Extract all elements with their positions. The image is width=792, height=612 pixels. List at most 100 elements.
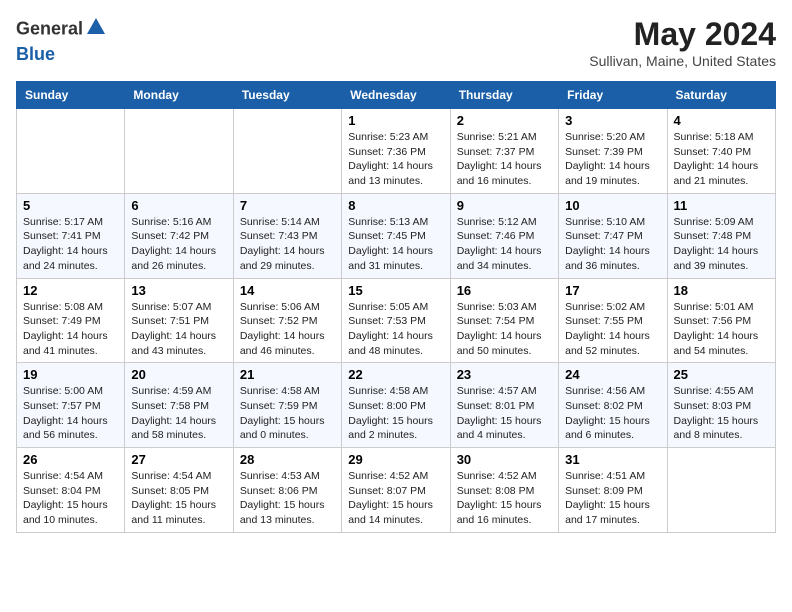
calendar-cell: 21Sunrise: 4:58 AM Sunset: 7:59 PM Dayli… — [233, 363, 341, 448]
day-info: Sunrise: 5:10 AM Sunset: 7:47 PM Dayligh… — [565, 215, 660, 274]
calendar-cell — [17, 109, 125, 194]
day-info: Sunrise: 5:16 AM Sunset: 7:42 PM Dayligh… — [131, 215, 226, 274]
week-row-2: 5Sunrise: 5:17 AM Sunset: 7:41 PM Daylig… — [17, 193, 776, 278]
day-number: 31 — [565, 452, 660, 467]
day-info: Sunrise: 4:53 AM Sunset: 8:06 PM Dayligh… — [240, 469, 335, 528]
logo: General Blue — [16, 16, 107, 65]
logo-text: General Blue — [16, 16, 107, 65]
day-number: 8 — [348, 198, 443, 213]
day-number: 26 — [23, 452, 118, 467]
day-number: 16 — [457, 283, 552, 298]
day-info: Sunrise: 5:13 AM Sunset: 7:45 PM Dayligh… — [348, 215, 443, 274]
day-info: Sunrise: 4:55 AM Sunset: 8:03 PM Dayligh… — [674, 384, 769, 443]
day-info: Sunrise: 4:52 AM Sunset: 8:07 PM Dayligh… — [348, 469, 443, 528]
day-number: 24 — [565, 367, 660, 382]
day-info: Sunrise: 5:20 AM Sunset: 7:39 PM Dayligh… — [565, 130, 660, 189]
week-row-3: 12Sunrise: 5:08 AM Sunset: 7:49 PM Dayli… — [17, 278, 776, 363]
day-info: Sunrise: 4:59 AM Sunset: 7:58 PM Dayligh… — [131, 384, 226, 443]
weekday-monday: Monday — [125, 82, 233, 109]
calendar-cell: 16 Sunrise: 5:03 AM Sunset: 7:54 PM Dayli… — [450, 278, 558, 363]
calendar-cell: 5Sunrise: 5:17 AM Sunset: 7:41 PM Daylig… — [17, 193, 125, 278]
day-number: 11 — [674, 198, 769, 213]
calendar-cell — [667, 448, 775, 533]
weekday-saturday: Saturday — [667, 82, 775, 109]
day-number: 15 — [348, 283, 443, 298]
day-info: Sunrise: 5:23 AM Sunset: 7:36 PM Dayligh… — [348, 130, 443, 189]
weekday-sunday: Sunday — [17, 82, 125, 109]
calendar-cell: 28 Sunrise: 4:53 AM Sunset: 8:06 PM Dayli… — [233, 448, 341, 533]
calendar-cell: 27 Sunrise: 4:54 AM Sunset: 8:05 PM Dayli… — [125, 448, 233, 533]
day-number: 6 — [131, 198, 226, 213]
day-info: Sunrise: 4:58 AM Sunset: 7:59 PM Dayligh… — [240, 384, 335, 443]
calendar-cell: 8 Sunrise: 5:13 AM Sunset: 7:45 PM Daylig… — [342, 193, 450, 278]
title-block: May 2024 Sullivan, Maine, United States — [589, 16, 776, 69]
calendar-cell: 11 Sunrise: 5:09 AM Sunset: 7:48 PM Dayli… — [667, 193, 775, 278]
calendar-body: 1Sunrise: 5:23 AM Sunset: 7:36 PM Daylig… — [17, 109, 776, 533]
day-number: 29 — [348, 452, 443, 467]
day-info: Sunrise: 4:52 AM Sunset: 8:08 PM Dayligh… — [457, 469, 552, 528]
weekday-tuesday: Tuesday — [233, 82, 341, 109]
calendar-cell: 17Sunrise: 5:02 AM Sunset: 7:55 PM Dayli… — [559, 278, 667, 363]
day-info: Sunrise: 5:05 AM Sunset: 7:53 PM Dayligh… — [348, 300, 443, 359]
day-info: Sunrise: 5:09 AM Sunset: 7:48 PM Dayligh… — [674, 215, 769, 274]
calendar-cell: 3 Sunrise: 5:20 AM Sunset: 7:39 PM Daylig… — [559, 109, 667, 194]
day-number: 30 — [457, 452, 552, 467]
calendar-cell: 2 Sunrise: 5:21 AM Sunset: 7:37 PM Daylig… — [450, 109, 558, 194]
calendar-cell: 9 Sunrise: 5:12 AM Sunset: 7:46 PM Daylig… — [450, 193, 558, 278]
day-info: Sunrise: 5:17 AM Sunset: 7:41 PM Dayligh… — [23, 215, 118, 274]
day-info: Sunrise: 4:54 AM Sunset: 8:04 PM Dayligh… — [23, 469, 118, 528]
day-info: Sunrise: 5:03 AM Sunset: 7:54 PM Dayligh… — [457, 300, 552, 359]
calendar-table: SundayMondayTuesdayWednesdayThursdayFrid… — [16, 81, 776, 533]
day-number: 13 — [131, 283, 226, 298]
day-number: 27 — [131, 452, 226, 467]
logo-icon — [85, 16, 107, 38]
day-number: 4 — [674, 113, 769, 128]
day-info: Sunrise: 4:58 AM Sunset: 8:00 PM Dayligh… — [348, 384, 443, 443]
month-year-title: May 2024 — [589, 16, 776, 53]
calendar-cell: 22 Sunrise: 4:58 AM Sunset: 8:00 PM Dayli… — [342, 363, 450, 448]
calendar-cell: 1Sunrise: 5:23 AM Sunset: 7:36 PM Daylig… — [342, 109, 450, 194]
day-info: Sunrise: 5:14 AM Sunset: 7:43 PM Dayligh… — [240, 215, 335, 274]
week-row-1: 1Sunrise: 5:23 AM Sunset: 7:36 PM Daylig… — [17, 109, 776, 194]
day-number: 14 — [240, 283, 335, 298]
day-number: 10 — [565, 198, 660, 213]
calendar-cell: 18Sunrise: 5:01 AM Sunset: 7:56 PM Dayli… — [667, 278, 775, 363]
day-number: 3 — [565, 113, 660, 128]
day-number: 25 — [674, 367, 769, 382]
calendar-cell: 12Sunrise: 5:08 AM Sunset: 7:49 PM Dayli… — [17, 278, 125, 363]
day-info: Sunrise: 4:54 AM Sunset: 8:05 PM Dayligh… — [131, 469, 226, 528]
day-info: Sunrise: 5:00 AM Sunset: 7:57 PM Dayligh… — [23, 384, 118, 443]
weekday-friday: Friday — [559, 82, 667, 109]
day-number: 22 — [348, 367, 443, 382]
weekday-header-row: SundayMondayTuesdayWednesdayThursdayFrid… — [17, 82, 776, 109]
calendar-cell: 25 Sunrise: 4:55 AM Sunset: 8:03 PM Dayli… — [667, 363, 775, 448]
calendar-cell: 24Sunrise: 4:56 AM Sunset: 8:02 PM Dayli… — [559, 363, 667, 448]
weekday-thursday: Thursday — [450, 82, 558, 109]
calendar-cell: 13Sunrise: 5:07 AM Sunset: 7:51 PM Dayli… — [125, 278, 233, 363]
calendar-cell: 23Sunrise: 4:57 AM Sunset: 8:01 PM Dayli… — [450, 363, 558, 448]
weekday-wednesday: Wednesday — [342, 82, 450, 109]
day-number: 18 — [674, 283, 769, 298]
day-number: 9 — [457, 198, 552, 213]
calendar-cell — [233, 109, 341, 194]
calendar-cell: 26 Sunrise: 4:54 AM Sunset: 8:04 PM Dayli… — [17, 448, 125, 533]
day-info: Sunrise: 5:06 AM Sunset: 7:52 PM Dayligh… — [240, 300, 335, 359]
day-info: Sunrise: 5:21 AM Sunset: 7:37 PM Dayligh… — [457, 130, 552, 189]
calendar-cell — [125, 109, 233, 194]
calendar-cell: 20 Sunrise: 4:59 AM Sunset: 7:58 PM Dayli… — [125, 363, 233, 448]
calendar-cell: 29 Sunrise: 4:52 AM Sunset: 8:07 PM Dayli… — [342, 448, 450, 533]
calendar-cell: 6 Sunrise: 5:16 AM Sunset: 7:42 PM Daylig… — [125, 193, 233, 278]
calendar-cell: 15 Sunrise: 5:05 AM Sunset: 7:53 PM Dayli… — [342, 278, 450, 363]
day-number: 17 — [565, 283, 660, 298]
day-number: 19 — [23, 367, 118, 382]
calendar-cell: 19 Sunrise: 5:00 AM Sunset: 7:57 PM Dayli… — [17, 363, 125, 448]
calendar-cell: 10 Sunrise: 5:10 AM Sunset: 7:47 PM Dayli… — [559, 193, 667, 278]
day-info: Sunrise: 5:12 AM Sunset: 7:46 PM Dayligh… — [457, 215, 552, 274]
location-subtitle: Sullivan, Maine, United States — [589, 53, 776, 69]
calendar-cell: 4Sunrise: 5:18 AM Sunset: 7:40 PM Daylig… — [667, 109, 775, 194]
week-row-4: 19 Sunrise: 5:00 AM Sunset: 7:57 PM Dayli… — [17, 363, 776, 448]
day-number: 28 — [240, 452, 335, 467]
calendar-cell: 30 Sunrise: 4:52 AM Sunset: 8:08 PM Dayli… — [450, 448, 558, 533]
day-number: 2 — [457, 113, 552, 128]
day-number: 20 — [131, 367, 226, 382]
